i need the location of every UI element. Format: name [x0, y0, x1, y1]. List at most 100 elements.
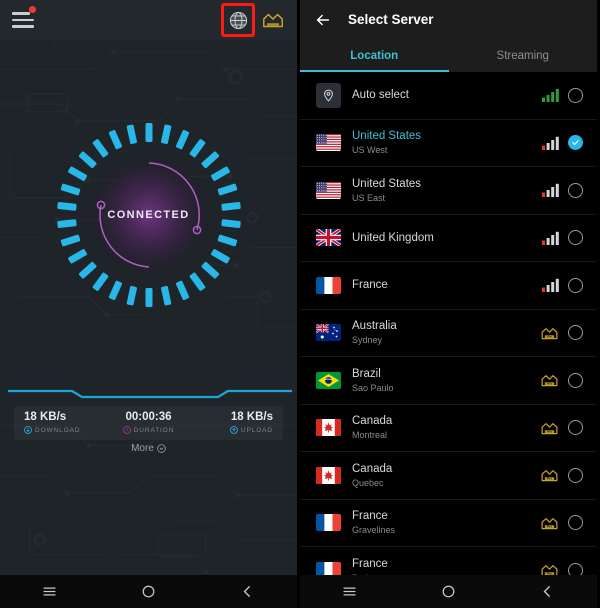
- pro-crown-badge-icon: Pro: [541, 327, 558, 339]
- server-row-indicators: Pro: [540, 467, 583, 483]
- download-value: 18 KB/s: [24, 410, 67, 423]
- server-row-text: United Kingdom: [352, 231, 531, 245]
- server-radio[interactable]: [568, 87, 583, 103]
- server-row-canada-montreal[interactable]: Canada Montreal Pro: [300, 405, 597, 452]
- tab-streaming[interactable]: Streaming: [449, 39, 598, 72]
- recents-icon[interactable]: [341, 583, 358, 600]
- recents-icon[interactable]: [41, 583, 58, 600]
- download-icon: [24, 426, 32, 434]
- svg-text:Pro: Pro: [547, 429, 552, 433]
- more-label: More: [131, 443, 154, 454]
- server-radio-selected[interactable]: [568, 135, 583, 151]
- vpn-app-main-screen: CONNECTED 18 KB/s DOWNLOAD 00:00:36 DURA…: [0, 0, 300, 608]
- server-tabs: Location Streaming: [300, 39, 597, 72]
- page-title: Select Server: [348, 12, 434, 27]
- server-row-text: Canada Quebec: [352, 462, 529, 489]
- home-circle-icon[interactable]: [140, 583, 157, 600]
- stat-upload: 18 KB/s UPLOAD: [190, 411, 283, 436]
- server-row-canada-quebec[interactable]: Canada Quebec Pro: [300, 452, 597, 500]
- more-button[interactable]: More: [0, 443, 297, 454]
- server-row-australia-sydney[interactable]: Australia Sydney Pro: [300, 310, 597, 357]
- server-row-indicators: [542, 135, 583, 151]
- server-row-text: France: [352, 278, 531, 292]
- svg-text:Pro: Pro: [547, 477, 552, 481]
- server-row-united-states-us-east[interactable]: United States US East: [300, 167, 597, 215]
- server-radio[interactable]: [568, 420, 583, 436]
- server-row-indicators: [542, 87, 583, 103]
- crown-premium-icon[interactable]: [261, 9, 285, 31]
- server-region: US West: [352, 145, 388, 156]
- server-row-indicators: Pro: [540, 515, 583, 531]
- signal-strength-icon: [542, 184, 559, 198]
- clock-icon: [122, 426, 131, 434]
- server-name: United States: [352, 177, 422, 190]
- pro-crown-badge-icon: Pro: [541, 375, 558, 387]
- server-radio[interactable]: [568, 182, 583, 198]
- connection-status-label: CONNECTED: [107, 209, 190, 221]
- server-row-indicators: Pro: [540, 372, 583, 388]
- flag-gb: [316, 229, 341, 247]
- server-row-indicators: [542, 277, 583, 293]
- select-server-screen: Select Server Location Streaming Auto se…: [300, 0, 597, 608]
- server-row-auto-select[interactable]: Auto select: [300, 72, 597, 120]
- server-radio[interactable]: [568, 325, 583, 341]
- duration-value: 00:00:36: [125, 410, 172, 423]
- server-radio[interactable]: [568, 467, 583, 483]
- server-row-united-states-us-west[interactable]: United States US West: [300, 120, 597, 167]
- signal-strength-icon: [542, 89, 559, 103]
- hamburger-menu-icon[interactable]: [12, 6, 36, 28]
- android-navbar-left: [0, 575, 297, 608]
- back-chevron-icon[interactable]: [239, 583, 256, 600]
- connection-status-ring[interactable]: CONNECTED: [0, 115, 297, 315]
- pro-crown-badge-icon: Pro: [541, 470, 558, 482]
- back-arrow-icon[interactable]: [314, 11, 332, 29]
- server-name: Australia: [352, 320, 397, 333]
- server-row-indicators: Pro: [540, 325, 583, 341]
- server-radio[interactable]: [568, 277, 583, 293]
- server-radio[interactable]: [568, 230, 583, 246]
- server-region: Sydney: [352, 335, 383, 346]
- pro-crown-badge-icon: Pro: [541, 517, 558, 529]
- server-name: United Kingdom: [352, 231, 434, 244]
- server-row-indicators: [542, 230, 583, 246]
- server-list[interactable]: Auto select United States US West United…: [300, 72, 597, 608]
- server-name: United States: [352, 130, 422, 143]
- server-name: Auto select: [352, 89, 409, 102]
- server-row-text: United States US West: [352, 129, 531, 156]
- server-row-france[interactable]: France: [300, 262, 597, 310]
- back-chevron-icon[interactable]: [539, 583, 556, 600]
- server-region: Gravelines: [352, 525, 396, 536]
- server-radio[interactable]: [568, 372, 583, 388]
- server-row-indicators: Pro: [540, 420, 583, 436]
- tab-location[interactable]: Location: [300, 39, 449, 72]
- server-name: Canada: [352, 462, 393, 475]
- server-row-text: Brazil Sao Paulo: [352, 367, 529, 394]
- server-row-text: Auto select: [352, 88, 531, 102]
- server-region: US East: [352, 192, 386, 203]
- svg-text:Pro: Pro: [547, 382, 552, 386]
- active-tab-underline: [300, 70, 449, 72]
- svg-text:Pro: Pro: [547, 524, 552, 528]
- signal-strength-icon: [542, 279, 559, 293]
- server-radio[interactable]: [568, 515, 583, 531]
- globe-icon-highlight-box[interactable]: [221, 3, 255, 37]
- stat-duration: 00:00:36 DURATION: [107, 411, 190, 436]
- server-row-france-gravelines[interactable]: France Gravelines Pro: [300, 500, 597, 547]
- server-row-brazil-sao-paulo[interactable]: Brazil Sao Paulo Pro: [300, 357, 597, 405]
- flag-us: [316, 134, 341, 152]
- server-name: France: [352, 510, 388, 523]
- server-region: Quebec: [352, 477, 384, 488]
- home-circle-icon[interactable]: [440, 583, 457, 600]
- server-region: Sao Paulo: [352, 382, 394, 393]
- cyan-divider-line: [0, 385, 297, 399]
- server-name: Canada: [352, 415, 393, 428]
- chevron-circle-down-icon: [157, 444, 166, 453]
- select-server-header: Select Server: [300, 0, 597, 39]
- upload-icon: [229, 426, 238, 434]
- signal-strength-icon: [542, 136, 559, 150]
- notification-dot-badge: [29, 6, 36, 13]
- server-row-united-kingdom[interactable]: United Kingdom: [300, 215, 597, 262]
- server-name: France: [352, 279, 388, 292]
- pro-crown-badge-icon: Pro: [541, 422, 558, 434]
- connection-stats-card: 18 KB/s DOWNLOAD 00:00:36 DURATION 18 KB…: [14, 406, 283, 440]
